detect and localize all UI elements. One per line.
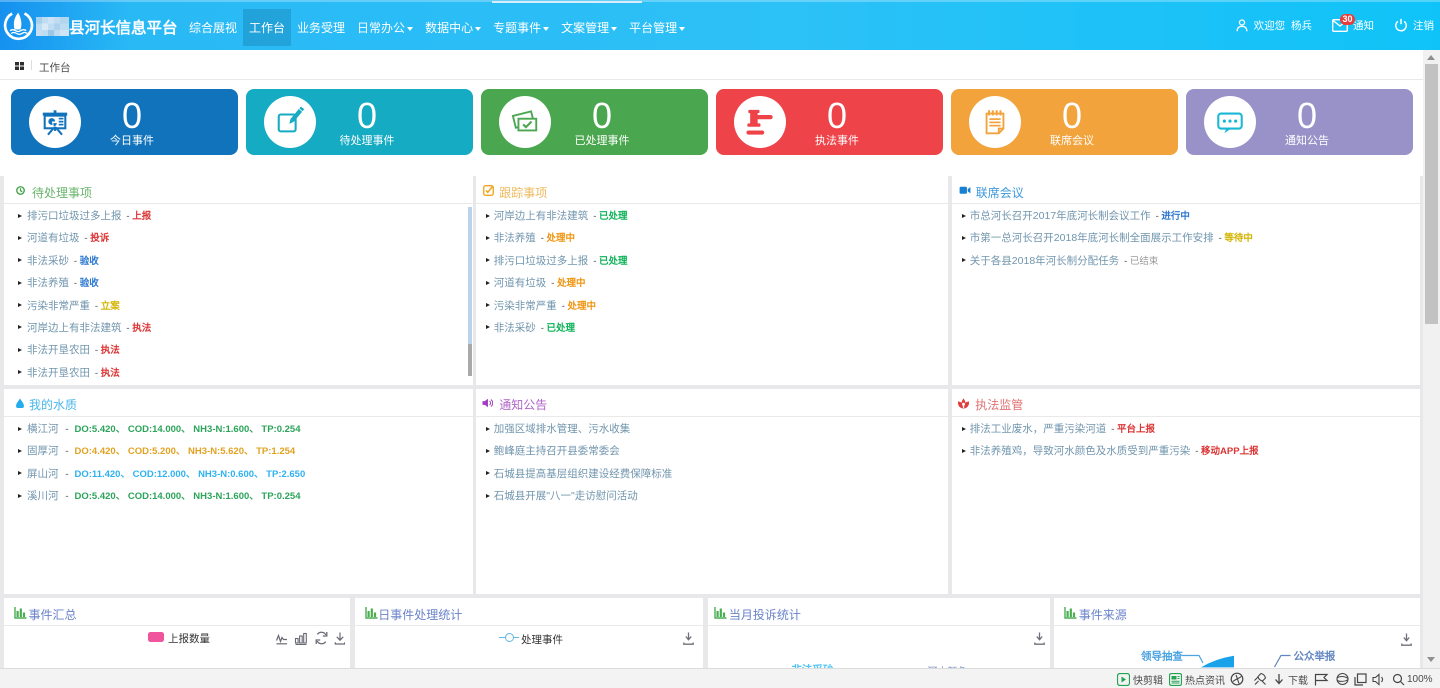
svg-text:领导抽查: 领导抽查 — [1141, 650, 1183, 663]
svg-text:公众举报: 公众举报 — [1294, 650, 1336, 663]
